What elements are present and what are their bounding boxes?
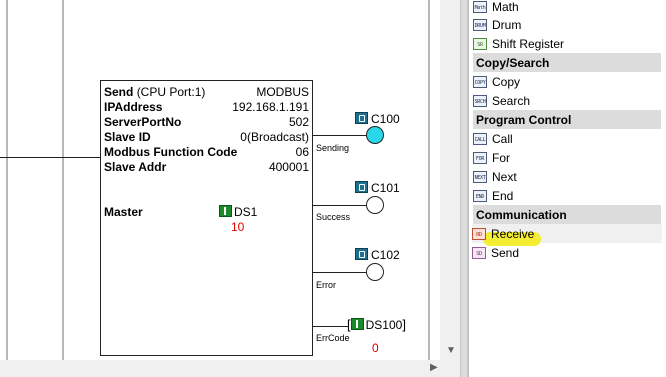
ladder-canvas[interactable]: Send (CPU Port:1) MODBUS IPAddress 192.1… (0, 0, 460, 377)
master-address-text: DS1 (234, 205, 258, 219)
palette-header-communication[interactable]: Communication (473, 205, 661, 224)
output-wire-errcode (313, 326, 349, 327)
palette-item-call[interactable]: CALL Call (473, 129, 663, 148)
instruction-port: (CPU Port:1) (136, 85, 206, 99)
receive-icon: RD (472, 227, 486, 240)
scroll-right-icon[interactable]: ▶ (430, 362, 438, 373)
shift-register-icon: SR (473, 37, 487, 50)
palette-item-label: Drum (492, 17, 522, 32)
output-wire-sending (313, 135, 367, 136)
instruction-title: Send (CPU Port:1) (104, 85, 205, 99)
palette-item-for[interactable]: FOR For (473, 148, 663, 167)
data-register-icon (350, 318, 364, 330)
bit-icon (355, 248, 368, 260)
master-address: DS1 (219, 205, 257, 219)
palette-header-program-control[interactable]: Program Control (473, 110, 661, 129)
coil-tag-c100: C100 (355, 112, 400, 126)
palette-item-next[interactable]: NEXT Next (473, 167, 663, 186)
palette-item-label: Receive (491, 226, 535, 241)
param-label-function-code: Modbus Function Code (104, 145, 238, 159)
output-label-success: Success (316, 212, 351, 222)
palette-item-label: Send (491, 245, 520, 260)
output-label-error: Error (316, 280, 336, 290)
send-icon: SD (472, 246, 486, 259)
palette-item-math[interactable]: Math Math (473, 0, 663, 16)
instruction-palette: Math Math DRUM Drum SR Shift Register Co… (468, 0, 666, 377)
rail-line-2 (62, 0, 64, 360)
coil-tag-c101-text: C101 (371, 181, 400, 195)
output-wire-error (313, 272, 367, 273)
param-label-ip: IPAddress (104, 100, 163, 114)
horizontal-scrollbar[interactable]: ▶ (0, 360, 460, 377)
errcode-address[interactable]: [DS100] (347, 318, 406, 333)
palette-item-drum[interactable]: DRUM Drum (473, 15, 663, 34)
coil-c101[interactable] (366, 196, 384, 214)
pane-splitter[interactable] (460, 0, 468, 377)
instruction-protocol: MODBUS (256, 85, 309, 99)
palette-item-shift-register[interactable]: SR Shift Register (473, 34, 663, 53)
master-value: 10 (231, 220, 245, 234)
palette-item-copy[interactable]: COPY Copy (473, 72, 663, 91)
coil-c100[interactable] (366, 126, 384, 144)
left-power-rail (6, 0, 8, 360)
palette-header-copy-search[interactable]: Copy/Search (473, 53, 661, 72)
for-icon: FOR (473, 151, 487, 164)
palette-item-label: Next (492, 169, 517, 184)
palette-item-label: Math (492, 0, 519, 14)
input-rung (0, 157, 100, 158)
param-label-slave-addr: Slave Addr (104, 160, 167, 174)
param-value-slave-addr: 400001 (268, 160, 309, 174)
output-wire-success (313, 205, 367, 206)
math-icon: Math (473, 0, 487, 13)
palette-item-label: Search (492, 93, 531, 108)
coil-tag-c101: C101 (355, 181, 400, 195)
output-label-sending: Sending (316, 143, 350, 153)
output-label-errcode: ErrCode (316, 333, 350, 343)
scroll-down-icon[interactable]: ▼ (446, 345, 456, 356)
copy-icon: COPY (473, 75, 487, 88)
next-icon: NEXT (473, 170, 487, 183)
data-register-icon (219, 205, 232, 217)
call-icon: CALL (473, 132, 487, 145)
coil-c102[interactable] (366, 263, 384, 281)
param-label-slave-id: Slave ID (104, 130, 151, 144)
palette-item-label: Call (492, 131, 513, 146)
coil-tag-c102-text: C102 (371, 248, 400, 262)
end-icon: END (473, 189, 487, 202)
palette-item-label: For (492, 150, 510, 165)
palette-item-label: Copy (492, 74, 521, 89)
bit-icon (355, 112, 368, 124)
param-label-port: ServerPortNo (104, 115, 182, 129)
palette-item-search[interactable]: SRCH Search (473, 91, 663, 110)
coil-tag-c102: C102 (355, 248, 400, 262)
drum-icon: DRUM (473, 18, 487, 31)
palette-item-label: End (492, 188, 514, 203)
master-label: Master (104, 205, 143, 219)
right-power-rail (428, 0, 430, 360)
palette-item-send[interactable]: SD Send (472, 243, 662, 262)
vertical-scrollbar[interactable]: ▼ (440, 0, 460, 360)
errcode-address-text: DS100 (365, 318, 403, 332)
param-value-function-code: 06 (295, 145, 309, 159)
coil-tag-c100-text: C100 (371, 112, 400, 126)
send-instruction-box[interactable]: Send (CPU Port:1) MODBUS IPAddress 192.1… (100, 80, 313, 356)
errcode-value: 0 (372, 341, 379, 355)
palette-item-label: Shift Register (492, 36, 565, 51)
bit-icon (355, 181, 368, 193)
search-icon: SRCH (473, 94, 487, 107)
param-value-slave-id: 0(Broadcast) (240, 130, 309, 144)
palette-item-end[interactable]: END End (473, 186, 663, 205)
instruction-name: Send (104, 85, 134, 99)
param-value-port: 502 (288, 115, 309, 129)
palette-item-receive[interactable]: RD Receive (472, 224, 662, 243)
param-value-ip: 192.168.1.191 (232, 100, 309, 114)
